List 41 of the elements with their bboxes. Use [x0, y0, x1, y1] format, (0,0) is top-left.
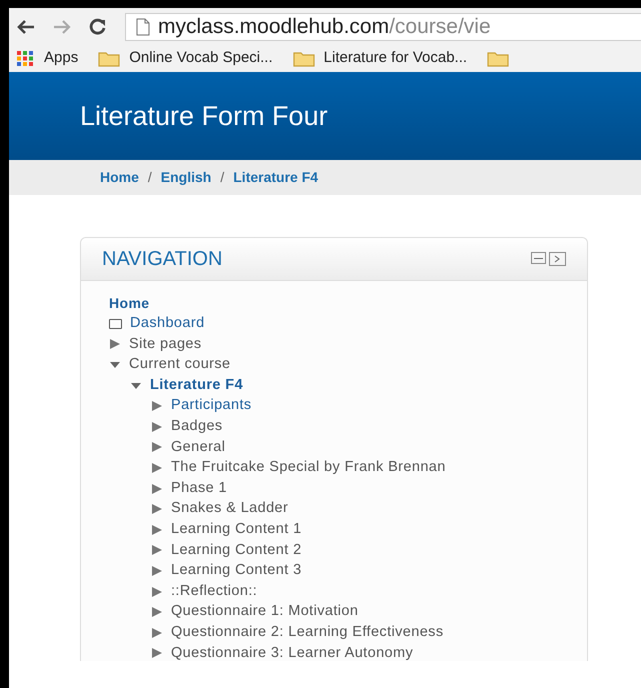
- block-title: NAVIGATION: [102, 247, 222, 272]
- folder-icon: [487, 50, 510, 67]
- course-title: Literature Form Four: [80, 100, 328, 133]
- nav-item[interactable]: Literature F4: [150, 374, 244, 397]
- bookmark-label[interactable]: Online Vocab Speci...: [129, 47, 273, 70]
- nav-item[interactable]: Questionnaire 3: Learner Autonomy: [171, 642, 414, 661]
- apps-grid-icon: [17, 50, 35, 66]
- breadcrumb-link[interactable]: Literature F4: [233, 167, 318, 188]
- nav-item[interactable]: Questionnaire 1: Motivation: [171, 601, 358, 624]
- bookmark-label[interactable]: Literature for Vocab...: [324, 47, 468, 70]
- nav-item[interactable]: Questionnaire 2: Learning Effectiveness: [171, 622, 444, 644]
- nav-item[interactable]: The Fruitcake Special by Frank Brennan: [171, 457, 446, 479]
- url-path: /course/vie: [389, 14, 491, 40]
- folder-icon: [98, 50, 120, 67]
- breadcrumb-link[interactable]: Home: [100, 167, 139, 188]
- nav-item[interactable]: ::Reflection::: [171, 580, 258, 602]
- nav-item[interactable]: Participants: [171, 395, 252, 418]
- reload-icon[interactable]: [89, 18, 107, 36]
- breadcrumb-separator: /: [220, 168, 224, 187]
- breadcrumb-separator: /: [148, 168, 152, 187]
- nav-item[interactable]: General: [171, 436, 226, 458]
- nav-item[interactable]: Badges: [171, 416, 223, 438]
- nav-item[interactable]: Learning Content 3: [171, 560, 302, 582]
- nav-item[interactable]: Site pages: [129, 334, 202, 356]
- folder-icon: [292, 50, 315, 67]
- nav-item[interactable]: Learning Content 2: [171, 540, 302, 562]
- bookmark-label[interactable]: Apps: [44, 47, 78, 70]
- dock-icon[interactable]: [549, 252, 566, 266]
- nav-item[interactable]: Phase 1: [171, 478, 228, 500]
- collapse-icon[interactable]: [531, 252, 546, 264]
- address-bar[interactable]: myclass.moodlehub.com/course/vie: [125, 12, 641, 40]
- back-arrow-icon[interactable]: [17, 20, 35, 34]
- page-icon: [109, 318, 122, 329]
- nav-item[interactable]: Current course: [129, 354, 230, 376]
- nav-item[interactable]: Snakes & Ladder: [171, 498, 288, 520]
- nav-item[interactable]: Dashboard: [130, 313, 205, 335]
- nav-item[interactable]: Home: [109, 292, 150, 314]
- breadcrumb-link[interactable]: English: [160, 167, 212, 188]
- url-host: myclass.moodlehub.com: [158, 14, 390, 40]
- nav-item[interactable]: Learning Content 1: [171, 518, 302, 541]
- page-icon: [136, 18, 150, 36]
